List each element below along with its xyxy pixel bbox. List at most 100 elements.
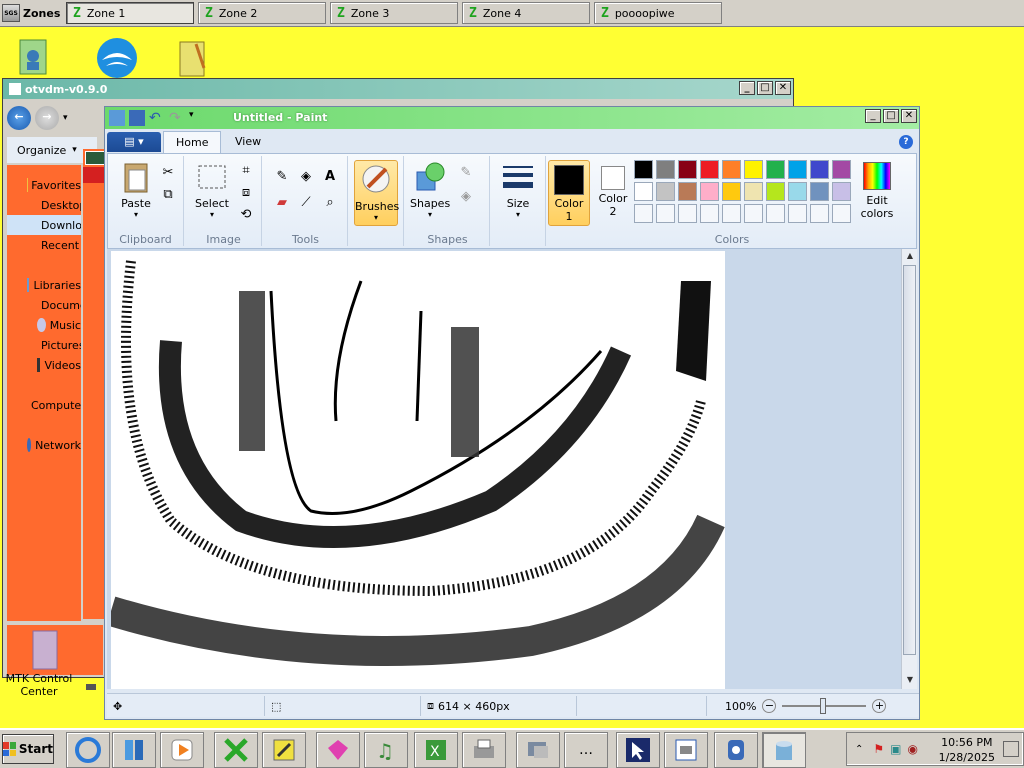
zone-tab-4[interactable]: Z Zone 4 [462,2,590,24]
sidebar-item-favorites[interactable]: Favorites [7,175,81,195]
notepad-icon[interactable] [176,38,210,78]
thunderbird-icon[interactable] [94,38,140,78]
paste-button[interactable]: Paste ▾ [116,160,156,219]
text-tool-icon[interactable]: A [320,166,340,186]
save-icon[interactable] [129,110,145,126]
help-icon[interactable]: ? [899,135,913,149]
close-button[interactable]: ✕ [775,81,791,95]
sidebar-item-music[interactable]: Music [7,315,81,335]
cursor-app-icon[interactable] [616,732,660,768]
resize-icon[interactable]: ⧈ [236,182,256,202]
tab-home[interactable]: Home [163,131,222,153]
zone-tab-1[interactable]: Z Zone 1 [66,2,194,24]
folder-icon[interactable] [25,627,65,675]
palette-swatch[interactable] [678,204,697,223]
palette-swatch[interactable] [656,204,675,223]
redo-icon[interactable]: ↷ [169,110,185,126]
palette-swatch[interactable] [634,182,653,201]
palette-swatch[interactable] [788,204,807,223]
color2-button[interactable]: Color 2 [592,160,634,226]
palette-swatch[interactable] [744,182,763,201]
palette-swatch[interactable] [656,182,675,201]
close-button[interactable]: ✕ [901,109,917,123]
palette-swatch[interactable] [634,204,653,223]
clock[interactable]: 10:56 PM 1/28/2025 [939,735,995,765]
mtk-control-center-icon[interactable]: MTK Control Center [0,672,78,712]
palette-swatch[interactable] [722,182,741,201]
desktop-icon-partial[interactable] [84,682,104,713]
copy-icon[interactable]: ⧉ [158,184,178,204]
palette-swatch[interactable] [744,204,763,223]
palette-swatch[interactable] [832,160,851,179]
show-desktop-icon[interactable] [1003,741,1019,757]
palette-swatch[interactable] [700,204,719,223]
sidebar-item-pictures[interactable]: Pictures [7,335,81,355]
draw-tool-icon[interactable] [262,732,306,768]
palette-swatch[interactable] [810,204,829,223]
fill-icon[interactable]: ◈ [456,186,476,206]
palette-swatch[interactable] [722,204,741,223]
sidebar-item-computer[interactable]: Computer [7,395,81,415]
internet-explorer-icon[interactable] [66,732,110,768]
palette-swatch[interactable] [810,182,829,201]
cut-icon[interactable]: ✂ [158,162,178,182]
paint-app-icon[interactable] [109,110,125,126]
palette-swatch[interactable] [634,160,653,179]
palette-swatch[interactable] [788,182,807,201]
drawing-canvas[interactable] [107,251,725,689]
excel-tool-icon[interactable]: X [414,732,458,768]
sidebar-item-network[interactable]: Network [7,435,81,455]
minimize-button[interactable]: _ [865,109,881,123]
palette-swatch[interactable] [810,160,829,179]
user-folder-icon[interactable] [18,38,50,76]
chevron-down-icon[interactable]: ▾ [189,110,205,126]
file-explorer-icon[interactable] [112,732,156,768]
sidebar-item-downloads[interactable]: Downloads [7,215,81,235]
paint-titlebar[interactable]: ↶ ↷ ▾ Untitled - Paint _ □ ✕ [105,107,919,129]
start-button[interactable]: Start [2,734,54,764]
zone-tab-2[interactable]: Z Zone 2 [198,2,326,24]
volume-icon[interactable]: ◉ [908,742,918,756]
chevron-down-icon[interactable]: ▾ [63,113,68,123]
printer-icon[interactable] [462,732,506,768]
size-button[interactable]: Size ▾ [496,160,540,219]
select-button[interactable]: Select ▾ [192,160,232,219]
paint-menu-button[interactable]: ▤ ▾ [107,132,161,152]
magnifier-icon[interactable]: ⌕ [320,192,340,212]
chevron-up-icon[interactable]: ⌃ [855,744,863,755]
palette-swatch[interactable] [656,160,675,179]
media-player-icon[interactable] [160,732,204,768]
zone-tab-5[interactable]: Z poooopiwe [594,2,722,24]
palette-swatch[interactable] [700,160,719,179]
pencil-icon[interactable]: ✎ [272,166,292,186]
shield-app-icon[interactable] [714,732,758,768]
scroll-thumb[interactable] [903,265,916,655]
color1-button[interactable]: Color 1 [548,160,590,226]
palette-swatch[interactable] [744,160,763,179]
maximize-button[interactable]: □ [757,81,773,95]
remote-desktop-icon[interactable] [516,732,560,768]
palette-swatch[interactable] [766,204,785,223]
network-status-icon[interactable]: ▣ [890,742,901,756]
forward-arrow-icon[interactable]: → [35,106,59,130]
minimize-button[interactable]: _ [739,81,755,95]
palette-swatch[interactable] [678,182,697,201]
flag-icon[interactable]: ⚑ [873,742,884,756]
otvdm-titlebar[interactable]: otvdm-v0.9.0 _ □ ✕ [3,79,793,99]
palette-swatch[interactable] [766,160,785,179]
palette-swatch[interactable] [722,160,741,179]
outline-icon[interactable]: ✎ [456,162,476,182]
palette-swatch[interactable] [832,182,851,201]
sidebar-item-recent[interactable]: Recent Places [7,235,81,255]
music-app-icon[interactable]: ♫ [364,732,408,768]
scroll-down-icon[interactable]: ▼ [904,675,916,687]
blank-window-icon[interactable]: … [564,732,608,768]
brushes-button[interactable]: Brushes ▾ [354,160,399,226]
sidebar-item-libraries[interactable]: Libraries [7,275,81,295]
scroll-up-icon[interactable]: ▲ [904,251,916,263]
paint-taskbar-icon[interactable] [762,732,806,768]
zoom-slider-thumb[interactable] [820,698,827,714]
sidebar-item-documents[interactable]: Documents [7,295,81,315]
rotate-icon[interactable]: ⟲ [236,204,256,224]
zoom-in-icon[interactable]: + [872,699,887,713]
